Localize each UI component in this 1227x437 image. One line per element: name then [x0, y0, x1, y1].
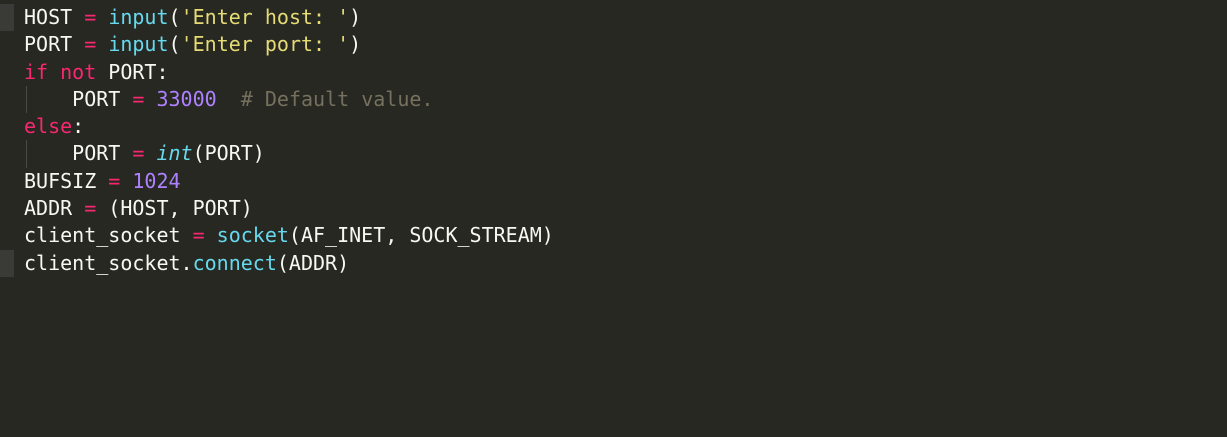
code-token: 'Enter host: ' — [180, 5, 350, 29]
code-line[interactable]: if not PORT: — [0, 59, 1227, 86]
line-marker — [0, 249, 14, 277]
code-token: if — [24, 59, 49, 84]
code-token: int — [156, 141, 193, 166]
code-token: HOST — [24, 5, 85, 29]
code-token: PORT — [24, 86, 133, 111]
code-line[interactable]: PORT = int(PORT) — [0, 140, 1227, 168]
code-line[interactable]: else: — [0, 113, 1227, 140]
code-token: (ADDR) — [276, 250, 350, 275]
code-token: # Default value. — [240, 86, 434, 111]
code-token: PORT — [24, 141, 133, 166]
code-line[interactable]: ADDR = (HOST, PORT) — [0, 195, 1227, 222]
code-line[interactable]: client_socket.connect(ADDR) — [0, 249, 1227, 277]
code-token: : — [72, 114, 85, 139]
code-token: client_socket. — [24, 250, 193, 275]
code-line[interactable]: BUFSIZ = 1024 — [0, 168, 1227, 195]
code-token: 33000 — [156, 86, 217, 111]
code-token: (HOST, PORT) — [96, 196, 253, 221]
code-line[interactable]: PORT = 33000 # Default value. — [0, 85, 1227, 114]
code-token: = — [84, 32, 97, 57]
code-token: ( — [168, 5, 181, 29]
code-token: else — [24, 114, 73, 139]
code-token: PORT — [24, 32, 85, 57]
code-line[interactable]: PORT = input('Enter port: ') — [0, 31, 1227, 58]
code-token: input — [108, 32, 169, 57]
code-token: = — [132, 86, 145, 111]
code-token: 1024 — [132, 168, 181, 193]
code-token: socket — [216, 223, 289, 248]
code-token: PORT: — [96, 59, 169, 84]
code-token: ) — [349, 32, 362, 57]
code-token: (AF_INET, SOCK_STREAM) — [288, 223, 554, 248]
code-token: ADDR — [24, 196, 85, 221]
code-token: (PORT) — [192, 141, 265, 166]
line-marker — [0, 4, 14, 32]
code-token: = — [108, 168, 121, 193]
code-token: connect — [192, 250, 277, 275]
code-token: = — [84, 196, 97, 221]
code-token: input — [108, 5, 169, 29]
code-token: = — [192, 223, 205, 248]
code-token: not — [60, 59, 97, 84]
code-line[interactable]: HOST = input('Enter host: ') — [0, 4, 1227, 32]
code-token: = — [84, 5, 97, 29]
code-token: BUFSIZ — [24, 168, 109, 193]
code-token: ) — [349, 5, 362, 29]
code-token: 'Enter port: ' — [180, 32, 350, 57]
indent-guide — [26, 140, 27, 168]
code-token: = — [132, 141, 145, 166]
code-line[interactable]: client_socket = socket(AF_INET, SOCK_STR… — [0, 222, 1227, 249]
code-token: client_socket — [24, 223, 193, 248]
code-token: ( — [168, 32, 181, 57]
indent-guide — [26, 85, 27, 114]
code-editor[interactable]: HOST = input('Enter host: ') PORT = input… — [0, 0, 1227, 437]
